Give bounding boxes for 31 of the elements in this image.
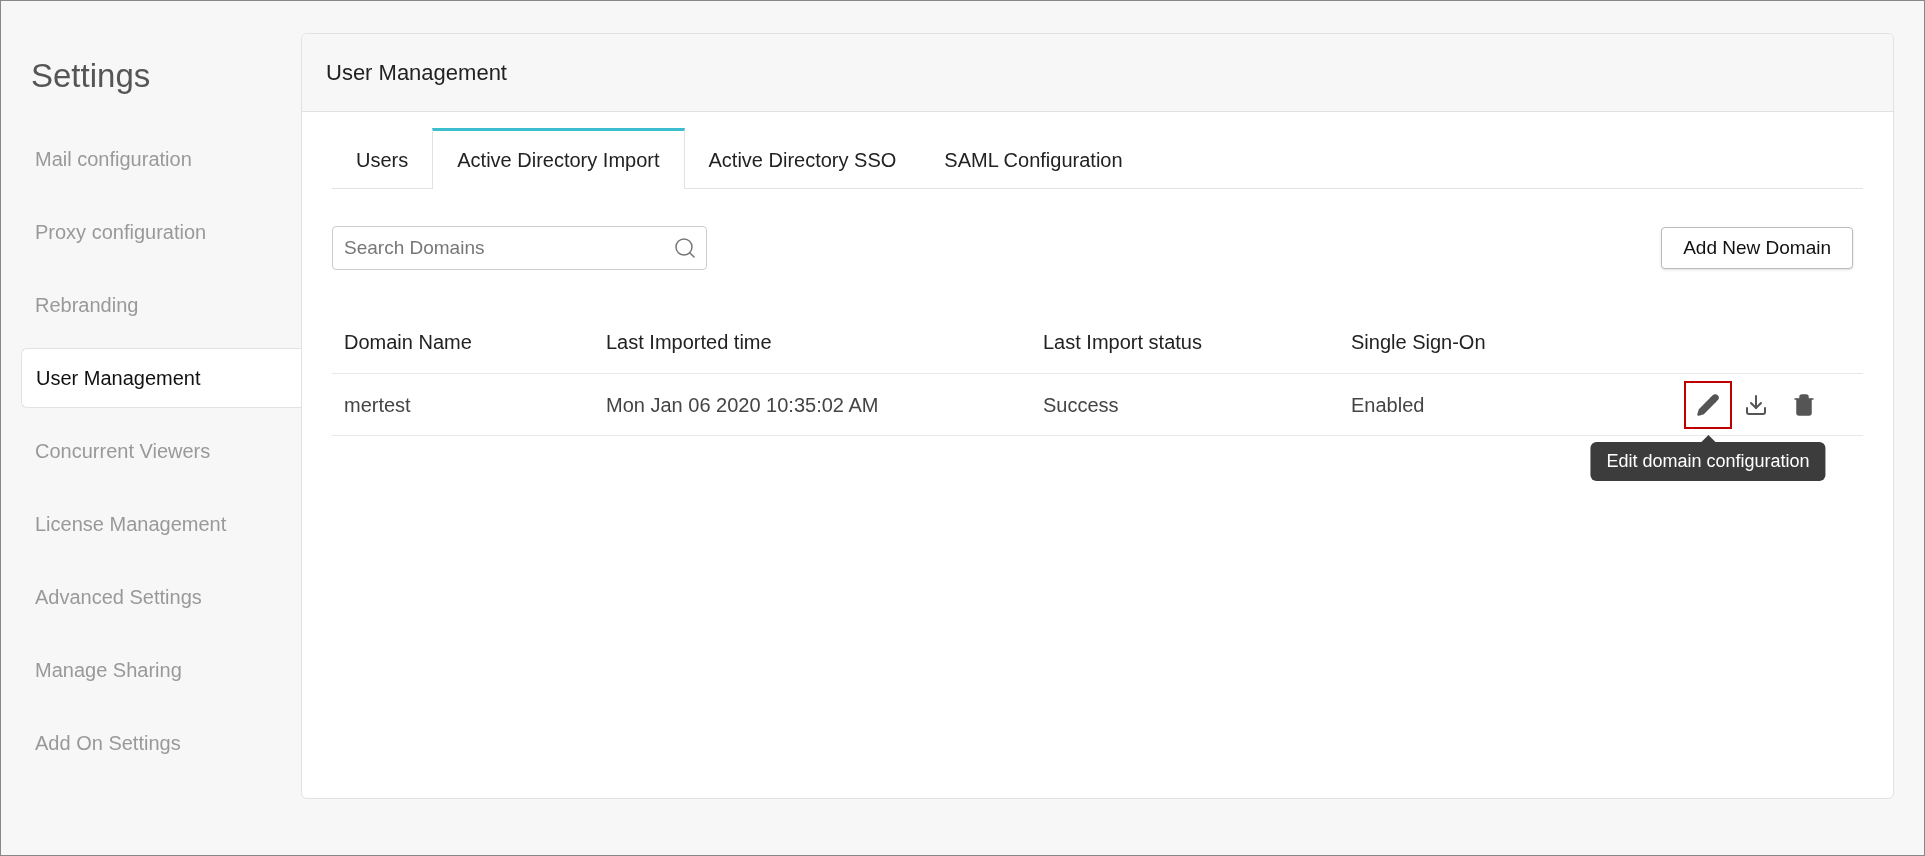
table-cell-text: Enabled bbox=[1351, 392, 1426, 418]
column-header: Last Imported time bbox=[606, 329, 773, 355]
pencil-icon bbox=[1696, 392, 1720, 417]
download-icon bbox=[1744, 392, 1768, 417]
sidebar-item[interactable]: Proxy configuration bbox=[21, 201, 301, 262]
panel-title: User Management bbox=[326, 59, 507, 87]
tooltip: Edit domain configuration bbox=[1590, 441, 1826, 481]
tab[interactable]: Users bbox=[332, 128, 433, 188]
table-cell-text: mertest bbox=[344, 392, 412, 418]
sidebar-item[interactable]: Mail configuration bbox=[21, 128, 301, 189]
sidebar-item[interactable]: User Management bbox=[21, 347, 301, 408]
sidebar-item[interactable]: Rebranding bbox=[21, 274, 301, 335]
tab[interactable]: Active Directory Import bbox=[432, 128, 685, 189]
column-header: Single Sign-On bbox=[1351, 329, 1487, 355]
search-icon bbox=[673, 236, 697, 260]
sidebar-item[interactable]: License Management bbox=[21, 493, 301, 554]
trash-icon bbox=[1792, 392, 1816, 417]
column-header: Last Import status bbox=[1043, 329, 1203, 355]
sidebar-item[interactable]: Add On Settings bbox=[21, 712, 301, 773]
edit-button[interactable] bbox=[1684, 380, 1732, 429]
tab[interactable]: SAML Configuration bbox=[920, 128, 1147, 188]
add-domain-button[interactable]: Add New Domain bbox=[1661, 227, 1853, 269]
tab[interactable]: Active Directory SSO bbox=[684, 128, 921, 188]
search-field[interactable]: Search Domains bbox=[332, 226, 707, 270]
sidebar-item[interactable]: Manage Sharing bbox=[21, 639, 301, 700]
table-cell-text: Success bbox=[1043, 392, 1120, 418]
table-cell-text: Mon Jan 06 2020 10:35:02 AM bbox=[606, 392, 880, 418]
sidebar-item[interactable]: Advanced Settings bbox=[21, 566, 301, 627]
settings-title: Settings bbox=[30, 56, 152, 96]
sidebar-item[interactable]: Concurrent Viewers bbox=[21, 420, 301, 481]
column-header: Domain Name bbox=[344, 329, 473, 355]
